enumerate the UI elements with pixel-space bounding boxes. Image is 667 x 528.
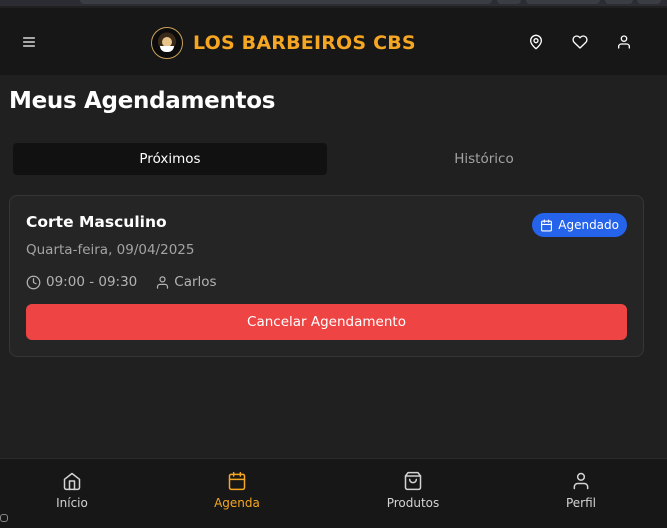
calendar-icon <box>541 219 553 231</box>
appointment-time: 09:00 - 09:30 <box>46 274 138 290</box>
clock-icon <box>26 275 41 289</box>
location-button[interactable] <box>522 28 550 56</box>
status-badge: Agendado <box>532 213 627 237</box>
appointment-card: Corte Masculino Agendado Quarta-feira, 0… <box>9 195 644 357</box>
cancel-appointment-button[interactable]: Cancelar Agendamento <box>26 304 627 340</box>
corner-indicator <box>0 514 8 522</box>
nav-item-agenda[interactable]: Agenda <box>177 459 297 521</box>
browser-button[interactable] <box>526 0 600 4</box>
location-icon <box>530 34 542 50</box>
barber-name: Carlos <box>174 274 217 290</box>
browser-chrome-strip <box>0 0 667 6</box>
appointments-tabs: Próximos Histórico <box>13 143 641 175</box>
service-name: Corte Masculino <box>26 213 167 231</box>
browser-button[interactable] <box>605 0 633 4</box>
home-icon <box>63 472 81 490</box>
app-header: LOS BARBEIROS CBS <box>0 8 667 75</box>
nav-item-produtos[interactable]: Produtos <box>353 459 473 521</box>
browser-button[interactable] <box>497 0 521 4</box>
brand[interactable]: LOS BARBEIROS CBS <box>151 27 416 59</box>
tab-proximos[interactable]: Próximos <box>13 143 327 175</box>
user-icon <box>573 472 589 489</box>
appointment-date: Quarta-feira, 09/04/2025 <box>26 242 195 258</box>
barber-logo-icon <box>151 27 183 59</box>
brand-name: LOS BARBEIROS CBS <box>193 32 416 54</box>
nav-item-perfil[interactable]: Perfil <box>521 459 641 521</box>
appointment-details: 09:00 - 09:30 Carlos <box>26 274 217 290</box>
nav-label: Produtos <box>386 495 440 510</box>
menu-icon <box>23 37 35 47</box>
user-icon <box>618 35 630 49</box>
heart-icon <box>572 35 588 49</box>
shopping-bag-icon <box>404 471 422 490</box>
tab-historico[interactable]: Histórico <box>327 143 641 175</box>
favorites-button[interactable] <box>566 28 594 56</box>
bottom-navigation: Início Agenda Produtos Perfil <box>0 458 667 528</box>
menu-button[interactable] <box>15 28 43 56</box>
user-icon <box>157 275 169 289</box>
address-bar[interactable] <box>80 0 492 4</box>
status-label: Agendado <box>558 218 619 232</box>
nav-item-inicio[interactable]: Início <box>12 459 132 521</box>
nav-label: Perfil <box>565 495 597 510</box>
nav-label: Agenda <box>214 495 260 510</box>
page-title: Meus Agendamentos <box>9 88 276 114</box>
profile-button[interactable] <box>610 28 638 56</box>
calendar-icon <box>228 471 246 490</box>
browser-button[interactable] <box>637 0 661 4</box>
nav-label: Início <box>56 495 88 510</box>
